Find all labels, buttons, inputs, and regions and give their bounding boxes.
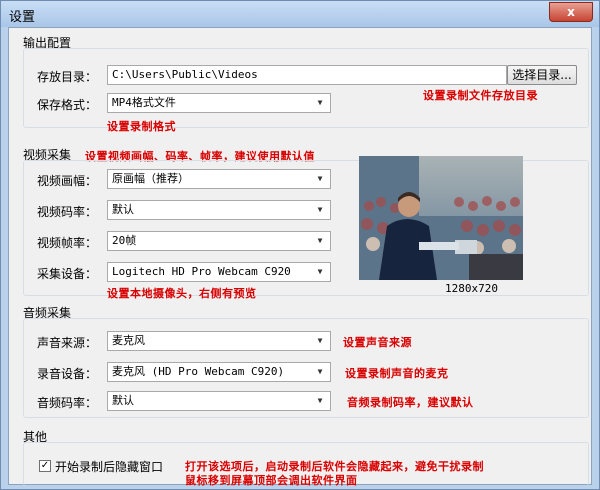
chevron-down-icon: ▼: [317, 236, 323, 245]
video-device-label: 采集设备：: [37, 267, 98, 281]
checkmark-icon: ✓: [40, 460, 50, 471]
output-format-label: 保存格式：: [37, 98, 98, 112]
settings-panel: 输出配置 存放目录： C:\Users\Public\Videos 选择目录..…: [8, 27, 592, 487]
output-dir-input[interactable]: C:\Users\Public\Videos: [107, 65, 507, 85]
hide-window-hint-line2: 鼠标移到屏幕顶部会调出软件界面: [185, 474, 358, 487]
audio-device-hint: 设置录制声音的麦克: [345, 367, 449, 380]
browse-directory-button[interactable]: 选择目录...: [507, 65, 577, 85]
video-resolution-label: 视频画幅：: [37, 174, 98, 188]
video-device-value: Logitech HD Pro Webcam C920: [112, 265, 291, 278]
chevron-down-icon: ▼: [317, 205, 323, 214]
audio-bitrate-label: 音频码率：: [37, 396, 98, 410]
output-format-value: MP4格式文件: [112, 96, 176, 109]
video-device-hint: 设置本地摄像头，右侧有预览: [107, 287, 257, 300]
audio-source-label: 声音来源：: [37, 336, 98, 350]
video-framerate-value: 20帧: [112, 234, 137, 247]
hide-window-checkbox-label[interactable]: 开始录制后隐藏窗口: [55, 458, 163, 475]
video-framerate-label: 视频帧率：: [37, 236, 98, 250]
audio-source-select[interactable]: 麦克风 ▼: [107, 331, 331, 351]
chevron-down-icon: ▼: [317, 174, 323, 183]
video-device-select[interactable]: Logitech HD Pro Webcam C920 ▼: [107, 262, 331, 282]
output-dir-label: 存放目录：: [37, 70, 98, 84]
video-framerate-select[interactable]: 20帧 ▼: [107, 231, 331, 251]
output-format-select[interactable]: MP4格式文件 ▼: [107, 93, 331, 113]
title-bar: 设置 x: [1, 1, 599, 27]
camera-preview: [359, 156, 523, 280]
audio-bitrate-hint: 音频录制码率，建议默认: [347, 396, 474, 409]
hide-window-checkbox[interactable]: ✓: [39, 460, 51, 472]
video-bitrate-label: 视频码率：: [37, 205, 98, 219]
video-resolution-value: 原画幅（推荐）: [112, 172, 189, 185]
audio-source-hint: 设置声音来源: [343, 336, 412, 349]
audio-bitrate-value: 默认: [112, 394, 134, 407]
audio-device-label: 录音设备：: [37, 367, 98, 381]
audio-device-value: 麦克风 (HD Pro Webcam C920): [112, 365, 285, 378]
video-resolution-select[interactable]: 原画幅（推荐） ▼: [107, 169, 331, 189]
audio-device-select[interactable]: 麦克风 (HD Pro Webcam C920) ▼: [107, 362, 331, 382]
preview-resolution-label: 1280x720: [445, 282, 498, 295]
speaker-photo-image: [359, 156, 523, 280]
audio-bitrate-select[interactable]: 默认 ▼: [107, 391, 331, 411]
settings-window: 设置 x 输出配置 存放目录： C:\Users\Public\Videos 选…: [0, 0, 600, 490]
output-format-hint: 设置录制格式: [107, 120, 176, 133]
window-title: 设置: [9, 10, 36, 25]
close-icon: x: [567, 5, 575, 19]
video-bitrate-value: 默认: [112, 203, 134, 216]
chevron-down-icon: ▼: [317, 367, 323, 376]
chevron-down-icon: ▼: [317, 98, 323, 107]
output-dir-hint: 设置录制文件存放目录: [423, 89, 538, 102]
close-button[interactable]: x: [549, 2, 593, 22]
video-bitrate-select[interactable]: 默认 ▼: [107, 200, 331, 220]
chevron-down-icon: ▼: [317, 267, 323, 276]
chevron-down-icon: ▼: [317, 336, 323, 345]
chevron-down-icon: ▼: [317, 396, 323, 405]
audio-source-value: 麦克风: [112, 334, 145, 347]
